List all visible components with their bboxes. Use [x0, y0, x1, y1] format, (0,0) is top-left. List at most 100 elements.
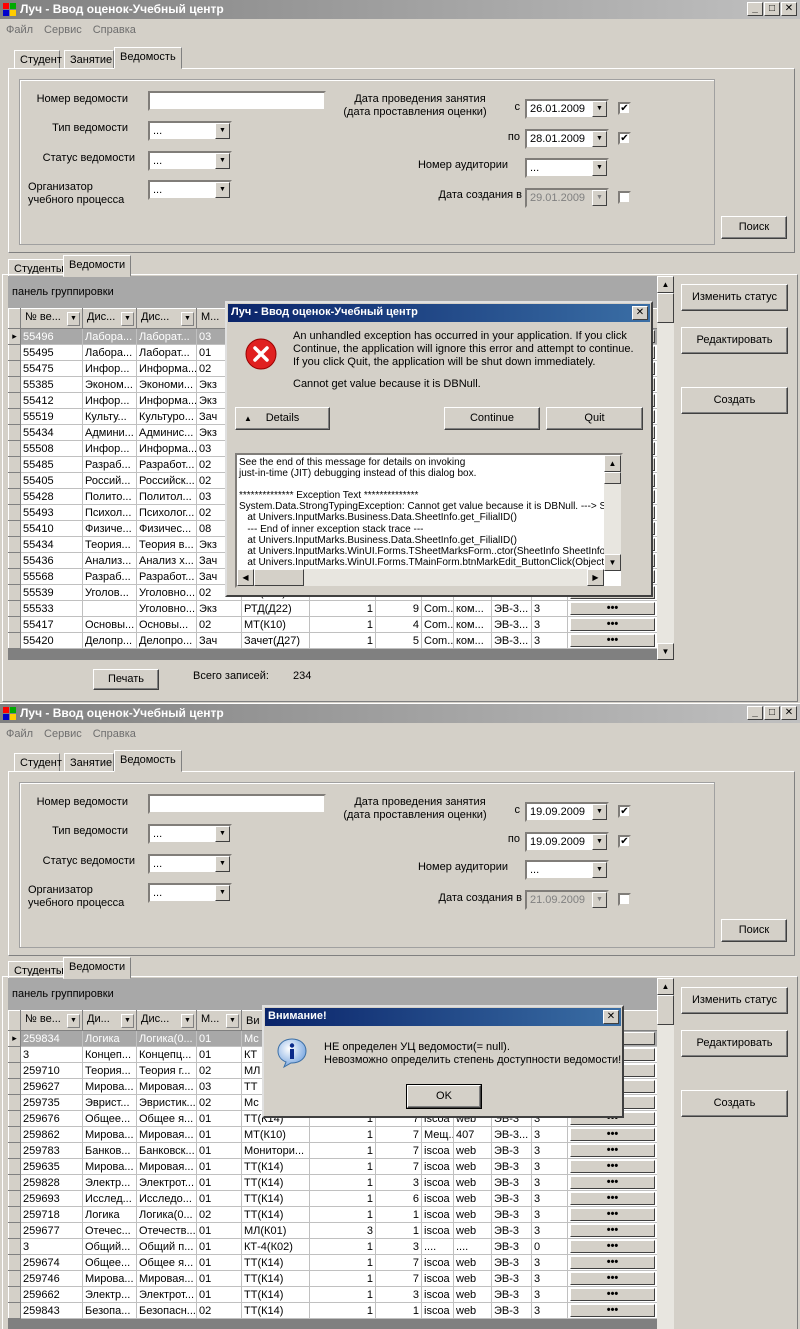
- scroll-right-icon[interactable]: ▶: [587, 569, 604, 586]
- menu-service[interactable]: Сервис: [38, 21, 87, 36]
- close-icon[interactable]: ✕: [632, 306, 648, 320]
- filter-dropdown-icon[interactable]: ▼: [67, 1014, 80, 1028]
- row-selector[interactable]: [8, 456, 21, 473]
- table-row[interactable]: 259677 Отечес... Отечеств... 01 МЛ(К01) 3 1 isc…: [8, 1222, 658, 1239]
- row-selector[interactable]: [8, 600, 21, 617]
- date-from-checkbox[interactable]: ✔: [618, 805, 631, 818]
- minimize-icon[interactable]: _: [747, 706, 763, 720]
- details-vertical-scrollbar[interactable]: ▲ ▼: [604, 455, 621, 571]
- filter-dropdown-icon[interactable]: ▼: [181, 1014, 194, 1028]
- menu-service[interactable]: Сервис: [38, 725, 87, 740]
- create-button[interactable]: Создать: [681, 387, 788, 414]
- row-action-button[interactable]: •••: [570, 602, 655, 615]
- table-row[interactable]: 259674 Общее... Общее я... 01 ТТ(К14) 1 7 iscoa…: [8, 1254, 658, 1271]
- chevron-down-icon[interactable]: ▼: [592, 101, 607, 117]
- details-button[interactable]: ▲ Details: [235, 407, 330, 430]
- continue-button[interactable]: Continue: [444, 407, 540, 430]
- sheet-number-input[interactable]: [148, 794, 326, 814]
- table-row[interactable]: 259746 Мирова... Мировая... 01 ТТ(К14) 1 7 isco…: [8, 1270, 658, 1287]
- row-selector[interactable]: [8, 1078, 21, 1095]
- sheet-number-input[interactable]: [148, 91, 326, 111]
- scroll-thumb[interactable]: [254, 569, 304, 586]
- row-selector[interactable]: [8, 584, 21, 601]
- menu-file[interactable]: Файл: [0, 21, 38, 36]
- scroll-up-icon[interactable]: ▲: [657, 978, 674, 995]
- row-selector[interactable]: [8, 616, 21, 633]
- date-to-checkbox[interactable]: ✔: [618, 132, 631, 145]
- sheet-type-select[interactable]: ... ▼: [148, 824, 232, 844]
- chevron-down-icon[interactable]: ▼: [592, 862, 607, 878]
- tab-sheets[interactable]: Ведомости: [63, 957, 131, 979]
- chevron-down-icon[interactable]: ▼: [215, 153, 230, 169]
- row-selector[interactable]: [8, 1158, 21, 1175]
- row-action-button[interactable]: •••: [570, 634, 655, 647]
- room-select[interactable]: ... ▼: [525, 860, 609, 880]
- tab-student[interactable]: Студент: [14, 753, 62, 772]
- date-from-picker[interactable]: 19.09.2009 ▼: [525, 802, 609, 822]
- row-selector[interactable]: ▸: [8, 328, 21, 345]
- row-selector[interactable]: [8, 1190, 21, 1207]
- filter-dropdown-icon[interactable]: ▼: [121, 312, 134, 326]
- table-row[interactable]: 55533 Уголовно... Экз РТД(Д22) 1 9 Com... ком..…: [8, 600, 658, 617]
- filter-dropdown-icon[interactable]: ▼: [67, 312, 80, 326]
- date-to-picker[interactable]: 28.01.2009 ▼: [525, 129, 609, 149]
- row-action-button[interactable]: •••: [570, 1304, 655, 1317]
- row-selector[interactable]: [8, 1046, 21, 1063]
- scroll-thumb[interactable]: [604, 472, 621, 484]
- row-selector[interactable]: [8, 536, 21, 553]
- column-header[interactable]: Дис... ▼: [82, 308, 137, 329]
- row-selector[interactable]: [8, 1062, 21, 1079]
- print-button[interactable]: Печать: [93, 669, 159, 690]
- row-action-button[interactable]: •••: [570, 1288, 655, 1301]
- chevron-down-icon[interactable]: ▼: [215, 856, 230, 872]
- row-selector[interactable]: [8, 520, 21, 537]
- row-selector[interactable]: [8, 1286, 21, 1303]
- scroll-thumb[interactable]: [657, 995, 674, 1025]
- chevron-down-icon[interactable]: ▼: [215, 182, 230, 198]
- grid-vertical-scrollbar[interactable]: ▲ ▼: [657, 276, 674, 660]
- row-selector[interactable]: [8, 1094, 21, 1111]
- close-icon[interactable]: ✕: [603, 1010, 619, 1024]
- row-selector[interactable]: [8, 1174, 21, 1191]
- scroll-down-icon[interactable]: ▼: [604, 554, 621, 571]
- table-row[interactable]: 259843 Безопа... Безопасн... 02 ТТ(К14) 1 1 isc…: [8, 1302, 658, 1319]
- row-selector[interactable]: [8, 1270, 21, 1287]
- column-header[interactable]: № ве... ▼: [20, 1010, 83, 1031]
- row-selector[interactable]: [8, 472, 21, 489]
- table-row[interactable]: 259635 Мирова... Мировая... 01 ТТ(К14) 1 7 isco…: [8, 1158, 658, 1175]
- row-selector[interactable]: [8, 1142, 21, 1159]
- row-action-button[interactable]: •••: [570, 1176, 655, 1189]
- table-row[interactable]: 259693 Исслед... Исследо... 01 ТТ(К14) 1 6 isco…: [8, 1190, 658, 1207]
- tab-lesson[interactable]: Занятие: [64, 753, 114, 772]
- created-date-picker[interactable]: 21.09.2009 ▼: [525, 890, 609, 910]
- create-button[interactable]: Создать: [681, 1090, 788, 1117]
- quit-button[interactable]: Quit: [546, 407, 643, 430]
- row-action-button[interactable]: •••: [570, 1256, 655, 1269]
- column-header[interactable]: № ве... ▼: [20, 308, 83, 329]
- filter-dropdown-icon[interactable]: ▼: [181, 312, 194, 326]
- column-header[interactable]: Ди... ▼: [82, 1010, 137, 1031]
- table-row[interactable]: 55417 Основы... Основы... 02 МТ(К10) 1 4 Com...…: [8, 616, 658, 633]
- chevron-down-icon[interactable]: ▼: [592, 892, 607, 908]
- scroll-down-icon[interactable]: ▼: [657, 643, 674, 660]
- row-action-button[interactable]: •••: [570, 1224, 655, 1237]
- chevron-down-icon[interactable]: ▼: [592, 131, 607, 147]
- row-selector[interactable]: [8, 504, 21, 521]
- tab-sheets[interactable]: Ведомости: [63, 255, 131, 277]
- chevron-down-icon[interactable]: ▼: [215, 123, 230, 139]
- row-action-button[interactable]: •••: [570, 1272, 655, 1285]
- minimize-icon[interactable]: _: [747, 2, 763, 16]
- row-selector[interactable]: [8, 1110, 21, 1127]
- row-selector[interactable]: [8, 632, 21, 649]
- table-row[interactable]: 55420 Делопр... Делопро... Зач Зачет(Д27) 1 5 C…: [8, 632, 658, 649]
- organizer-select[interactable]: ... ▼: [148, 180, 232, 200]
- filter-dropdown-icon[interactable]: ▼: [226, 1014, 239, 1028]
- room-select[interactable]: ... ▼: [525, 158, 609, 178]
- row-action-button[interactable]: •••: [570, 1144, 655, 1157]
- row-selector[interactable]: [8, 344, 21, 361]
- table-row[interactable]: 259828 Электр... Электрот... 01 ТТ(К14) 1 3 isc…: [8, 1174, 658, 1191]
- row-action-button[interactable]: •••: [570, 1160, 655, 1173]
- row-selector[interactable]: [8, 392, 21, 409]
- row-selector[interactable]: [8, 1126, 21, 1143]
- date-to-checkbox[interactable]: ✔: [618, 835, 631, 848]
